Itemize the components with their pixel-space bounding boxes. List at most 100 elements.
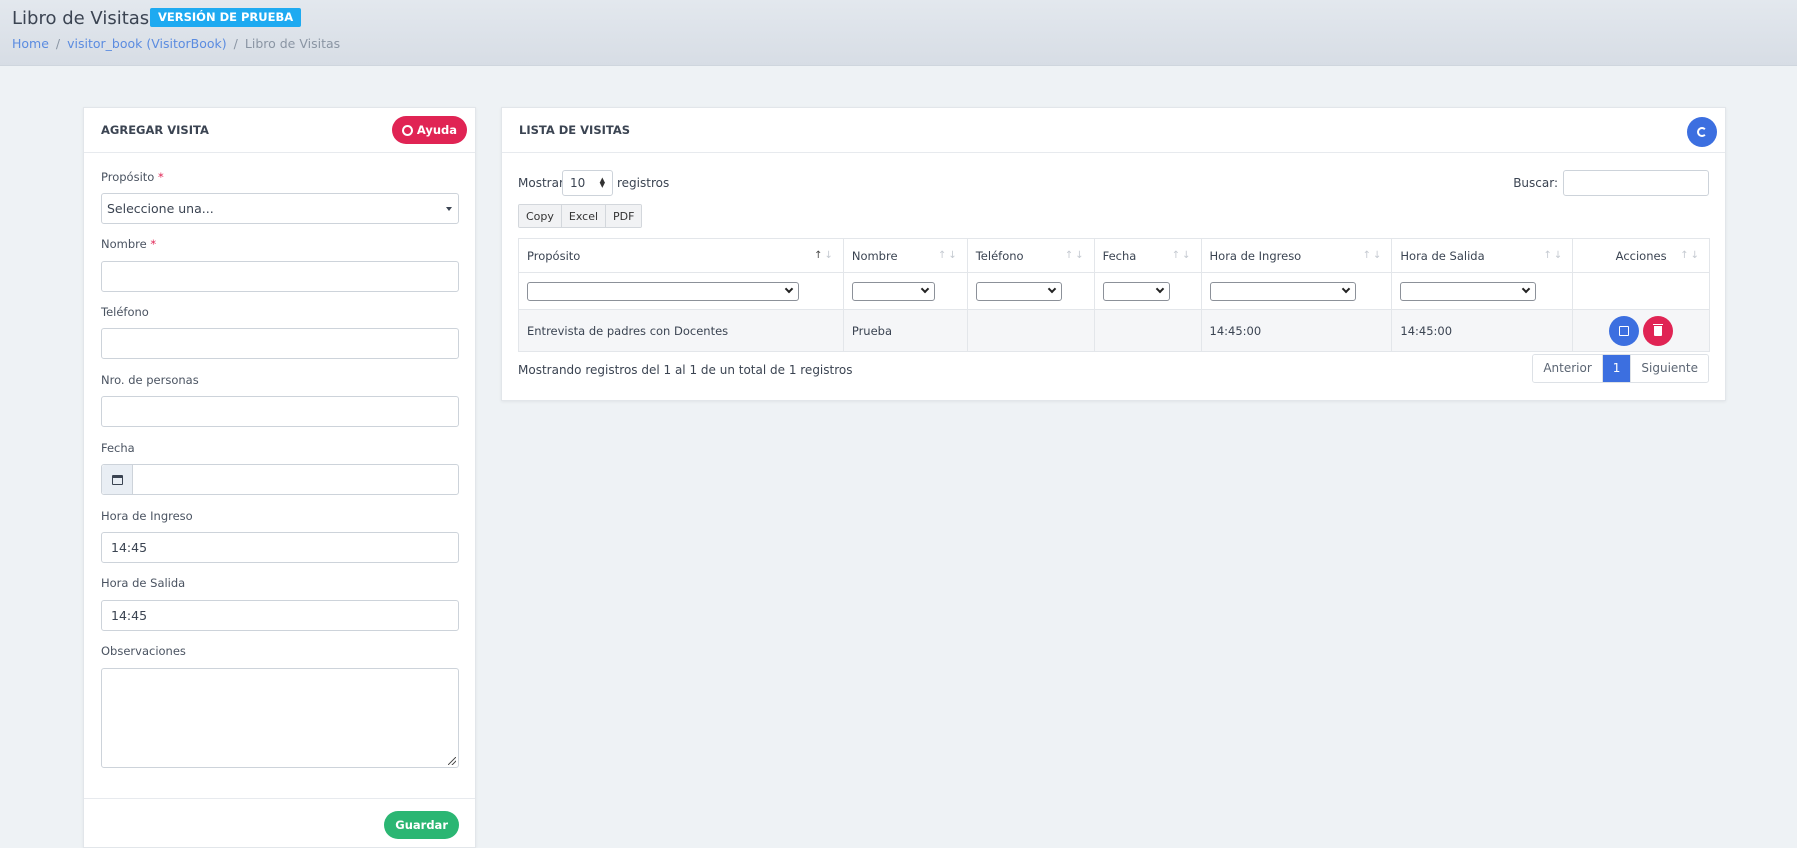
purpose-select-value: Seleccione una... (107, 201, 214, 216)
cell-phone (966, 309, 1095, 352)
required-marker: * (157, 170, 164, 184)
visits-list-card-header: LISTA DE VISITAS (502, 108, 1725, 153)
people-count-input[interactable] (101, 396, 459, 427)
notes-label: Observaciones (101, 644, 186, 658)
caret-down-icon (446, 207, 452, 211)
trial-version-badge: VERSIÓN DE PRUEBA (150, 8, 302, 27)
name-label: Nombre * (101, 237, 157, 251)
lifebuoy-icon (401, 124, 413, 136)
breadcrumb-home-link[interactable]: Home (12, 36, 49, 51)
add-visit-title: AGREGAR VISITA (101, 123, 209, 137)
time-out-label: Hora de Salida (101, 576, 186, 590)
excel-button[interactable]: Excel (561, 205, 607, 227)
filter-purpose-select[interactable] (527, 281, 799, 301)
visits-list-card: LISTA DE VISITAS Mostrar 10 ▲ ▼ registros… (501, 107, 1726, 401)
filter-time-out-select[interactable] (1400, 281, 1537, 301)
notes-textarea[interactable] (101, 668, 459, 768)
filter-phone-select[interactable] (975, 281, 1062, 301)
phone-label: Teléfono (101, 305, 149, 319)
search-label: Buscar: (1513, 176, 1558, 190)
visits-table: Propósito ↑↓ Nombre ↑↓ Teléfono ↑↓ Fecha ↑↓ … (518, 238, 1710, 352)
sort-icon: ↑↓ (1680, 250, 1701, 261)
chevron-down-icon (1522, 284, 1531, 293)
column-header-phone[interactable]: Teléfono ↑↓ (966, 238, 1095, 273)
purpose-label: Propósito * (101, 170, 164, 184)
people-count-label: Nro. de personas (101, 373, 199, 387)
required-marker: * (150, 237, 157, 251)
refresh-icon (1697, 127, 1707, 137)
save-button[interactable]: Guardar (384, 811, 459, 839)
pagination-page-1[interactable]: 1 (1602, 355, 1631, 382)
calendar-button[interactable] (102, 465, 133, 494)
filter-row (518, 272, 1710, 310)
column-header-name[interactable]: Nombre ↑↓ (842, 238, 968, 273)
help-button[interactable]: Ayuda (391, 116, 467, 144)
date-label: Fecha (101, 441, 135, 455)
search-input[interactable] (1563, 170, 1709, 196)
visits-list-title: LISTA DE VISITAS (519, 123, 631, 137)
pagination-previous[interactable]: Anterior (1533, 355, 1603, 382)
filter-actions-cell (1572, 272, 1710, 310)
page-header: Libro de Visitas VERSIÓN DE PRUEBA Home /… (0, 0, 1797, 66)
chevron-down-icon (920, 284, 930, 293)
column-header-time-out[interactable]: Hora de Salida ↑↓ (1391, 238, 1574, 273)
date-input[interactable] (101, 464, 459, 495)
column-header-date[interactable]: Fecha ↑↓ (1093, 238, 1202, 273)
chevron-down-icon (784, 284, 794, 293)
filter-name-select[interactable] (851, 281, 935, 301)
filter-time-in-select[interactable] (1209, 281, 1356, 301)
sort-icon: ↑↓ (1543, 250, 1565, 261)
page-length-select[interactable]: 10 ▲ ▼ (562, 170, 613, 196)
cell-name: Prueba (842, 309, 968, 352)
calendar-icon (111, 474, 123, 485)
chevron-down-icon (1341, 284, 1350, 293)
edit-button[interactable] (1609, 315, 1640, 346)
sort-arrows-icon: ▲ ▼ (599, 176, 605, 189)
sort-icon: ↑↓ (814, 250, 835, 261)
cell-actions (1572, 309, 1710, 352)
add-visit-card-header: AGREGAR VISITA Ayuda (84, 108, 475, 153)
page-title: Libro de Visitas (12, 8, 150, 29)
breadcrumb-current: Libro de Visitas (244, 36, 341, 51)
records-label: registros (617, 176, 670, 190)
sort-icon: ↑↓ (1171, 250, 1193, 261)
export-buttons: Copy Excel PDF (518, 204, 643, 228)
column-header-purpose[interactable]: Propósito ↑↓ (518, 238, 844, 273)
column-header-actions[interactable]: Acciones ↑↓ (1572, 238, 1710, 273)
breadcrumb-separator: / (233, 36, 238, 51)
chevron-down-icon (1155, 284, 1164, 293)
table-row: Entrevista de padres con Docentes Prueba… (518, 309, 1710, 352)
help-button-label: Ayuda (416, 123, 457, 137)
name-input[interactable] (101, 261, 459, 292)
cell-time-in: 14:45:00 (1200, 309, 1393, 352)
add-visit-card-footer (84, 798, 475, 799)
sort-icon: ↑↓ (937, 250, 959, 261)
filter-date-select[interactable] (1102, 281, 1170, 301)
breadcrumb-module-link[interactable]: visitor_book (VisitorBook) (67, 36, 227, 51)
table-info: Mostrando registros del 1 al 1 de un tot… (518, 363, 853, 377)
chevron-down-icon (1047, 284, 1056, 293)
pagination-next[interactable]: Siguiente (1630, 355, 1708, 382)
cell-purpose: Entrevista de padres con Docentes (518, 309, 844, 352)
cell-time-out: 14:45:00 (1391, 309, 1574, 352)
breadcrumb: Home / visitor_book (VisitorBook) / Libro de… (12, 36, 340, 51)
cell-date (1093, 309, 1202, 352)
time-out-input[interactable]: 14:45 (101, 600, 459, 631)
phone-input[interactable] (101, 328, 459, 359)
trash-icon (1653, 323, 1664, 336)
copy-button[interactable]: Copy (519, 205, 562, 227)
purpose-select[interactable]: Seleccione una... (101, 193, 459, 224)
pagination: Anterior 1 Siguiente (1532, 354, 1709, 383)
sort-icon: ↑↓ (1362, 250, 1384, 261)
delete-button[interactable] (1643, 315, 1674, 346)
sort-icon: ↑↓ (1064, 250, 1086, 261)
page-length-value: 10 (570, 176, 586, 190)
breadcrumb-separator: / (55, 36, 61, 51)
time-in-label: Hora de Ingreso (101, 509, 193, 523)
resize-grip-icon[interactable] (448, 757, 456, 765)
column-header-time-in[interactable]: Hora de Ingreso ↑↓ (1200, 238, 1393, 273)
add-visit-card: AGREGAR VISITA Ayuda Propósito * Selecci… (83, 107, 476, 848)
time-in-input[interactable]: 14:45 (101, 532, 459, 563)
refresh-button[interactable] (1687, 117, 1717, 147)
pdf-button[interactable]: PDF (606, 205, 642, 227)
